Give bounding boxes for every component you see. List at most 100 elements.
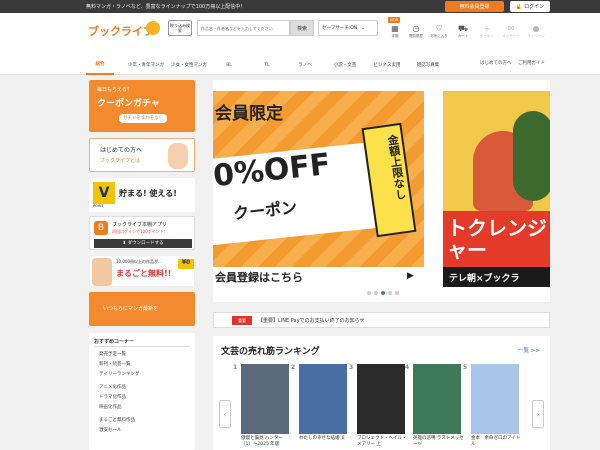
header-icon-label: カート <box>457 34 469 38</box>
recommend-item[interactable]: デイリーランキング <box>99 371 139 377</box>
nav-tab[interactable]: TL <box>254 55 280 75</box>
girl-illustration <box>92 258 112 286</box>
recommend-item[interactable]: 激安セール <box>99 427 122 433</box>
nav-tab[interactable]: ビジネス実用 <box>370 55 404 75</box>
history-icon: ◷ <box>412 24 420 33</box>
slide-title: 会員限定 <box>215 104 283 124</box>
rank-number: 2 <box>291 364 296 371</box>
safe-search-select[interactable]: セーフサーチ:ON ⌄ <box>318 20 378 36</box>
book-cover[interactable] <box>413 364 461 434</box>
guide-link[interactable]: ご利用ガイド <box>518 60 600 66</box>
safe-search-label: セーフサーチ:ON <box>322 26 358 31</box>
chevron-left-icon[interactable]: ‹ <box>219 400 231 428</box>
book-cover[interactable] <box>241 364 289 434</box>
user-icon: ● <box>532 24 540 33</box>
book-title[interactable]: 傲慢と偏見 ハンター（1）〜2025 年版 <box>241 436 293 448</box>
gacha-button[interactable]: ガチャをまわそう！ <box>119 114 167 123</box>
download-icon: ⬇ <box>122 241 127 246</box>
gacha-title: クーポンガチャ <box>97 99 160 109</box>
nav-tab[interactable]: 雑誌写真集 <box>412 55 444 75</box>
nav-tab[interactable]: 小説・文芸 <box>330 55 360 75</box>
rank-number: 4 <box>405 364 410 371</box>
carousel-dot[interactable] <box>374 291 378 295</box>
nav-tab[interactable]: 総合 <box>86 55 114 75</box>
recommend-item[interactable]: ドラマ化作品 <box>99 394 126 400</box>
promo-text: 無料マンガ・ラノベなど、豊富なラインナップで100万冊以上配信中！ <box>86 4 246 10</box>
app-banner[interactable]: B ブックライブ本棚アプリ 初回ログインで100ポイント! ⬇ ダウンロードする <box>89 216 195 250</box>
new-badge: NEW <box>388 17 400 23</box>
login-button[interactable]: 🔒 ログイン <box>510 1 550 12</box>
coupon-icon: + <box>483 24 491 33</box>
hero-carousel: 会員限定 0%OFF クーポン 金額上限なし 会員登録はこちら ▶ トクレンジャ… <box>213 80 550 302</box>
register-button[interactable]: 無料会員登録 <box>445 1 504 12</box>
carousel-slide-tokuranger[interactable]: トクレンジャー テレ朝×ブックラ <box>443 91 550 287</box>
book-cover[interactable] <box>471 364 519 434</box>
app-logo-icon: B <box>94 221 108 235</box>
recommend-item[interactable]: 発売予定一覧 <box>99 351 126 357</box>
header-icon-label: 本棚 <box>391 34 399 38</box>
tpoint-text: 貯まる! 使える! <box>119 189 177 198</box>
recommend-item[interactable]: アニメ化作品 <box>99 384 126 390</box>
notice-text[interactable]: 【重要】LINE Payでのお支払い終了のお知らせ <box>258 317 364 324</box>
search-input[interactable] <box>197 20 290 36</box>
chevron-right-icon[interactable]: › <box>532 400 544 428</box>
app-sub: 初回ログインで100ポイント! <box>112 229 166 234</box>
header-icon-label: お気に入り <box>430 34 448 38</box>
app-title: ブックライブ本棚アプリ <box>112 222 168 228</box>
slide2-title: トクレンジャー <box>447 216 547 262</box>
header-icon-label: マイページ <box>527 34 545 38</box>
header-icon-button[interactable]: ⛟ カート <box>452 24 474 46</box>
header-icon-button[interactable]: ● マイページ <box>525 24 547 46</box>
header-icon-button[interactable]: ♡ お気に入り <box>428 24 450 46</box>
book-cover[interactable] <box>357 364 405 434</box>
vpoint-logo-sub: POINT <box>93 204 104 208</box>
ranking-title: 文芸の売れ筋ランキング <box>221 347 320 357</box>
free-banner[interactable]: 10,000冊以上の作品が… まるごと無料!! ¥0 <box>89 255 195 287</box>
tpoint-banner[interactable]: V POINT 貯まる! 使える! <box>89 178 195 212</box>
coupon-gacha-banner[interactable]: 毎日もらえる！ クーポンガチャ ガチャをまわそう！ <box>89 80 195 132</box>
recommend-item[interactable]: 新刊・続巻一覧 <box>99 361 131 367</box>
first-time-title: はじめての方へ <box>100 147 143 154</box>
nav-tab[interactable]: 少女・女性マンガ <box>170 55 208 75</box>
recommend-item[interactable]: 映画化作品 <box>99 404 122 410</box>
rank-number: 1 <box>233 364 238 371</box>
bookshelf-icon: ▦ <box>391 24 399 33</box>
carousel-dot[interactable] <box>388 291 392 295</box>
recommend-divider <box>94 346 190 347</box>
nav-tab[interactable]: ラノベ <box>292 55 318 75</box>
first-time-banner[interactable]: はじめての方へ ブックライブとは <box>89 138 195 172</box>
nav-tab[interactable]: BL <box>216 55 242 75</box>
hero-illustration <box>513 111 550 201</box>
header-icon-button[interactable]: ▦ 本棚 <box>384 24 406 46</box>
recommend-item[interactable]: まるごと無料作品 <box>99 417 135 423</box>
app-download-button[interactable]: ⬇ ダウンロードする <box>94 239 192 248</box>
slide-footer-text: 会員登録はこちら <box>215 271 303 284</box>
carousel-dot[interactable] <box>395 291 399 295</box>
ranking-more-link[interactable]: 一覧 >> <box>518 346 540 354</box>
book-cover[interactable] <box>299 364 347 434</box>
header-icon-button[interactable]: + クーポン <box>476 24 498 46</box>
gacha-top-text: 毎日もらえる！ <box>97 87 132 93</box>
rank-number: 5 <box>463 364 468 371</box>
notice-bar[interactable]: 重要 【重要】LINE Payでのお支払い終了のお知らせ <box>213 312 550 328</box>
book-title[interactable]: 金本 余命ゼロのアイドル <box>471 436 523 448</box>
detail-search-button[interactable]: 絞り込み検索 <box>168 20 192 36</box>
book-title[interactable]: わたしの幸せな結婚 ８ <box>299 436 351 442</box>
search-button[interactable]: 検索 <box>290 20 314 36</box>
carousel-dot[interactable] <box>381 291 385 295</box>
header-icon-button[interactable]: ◷ 閲覧履歴 <box>405 24 427 46</box>
message-icon: ✉ <box>507 24 515 33</box>
book-title[interactable]: 英雄の悲鳴 ラストメッセージ <box>413 436 465 448</box>
carousel-slide-coupon[interactable]: 会員限定 0%OFF クーポン 金額上限なし 会員登録はこちら ▶ <box>213 91 424 287</box>
header-icon-button[interactable]: ✉ メッセージ <box>500 24 522 46</box>
nav-tab[interactable]: 少年・青年マンガ <box>128 55 164 75</box>
latest-manga-banner[interactable]: いつもらにマンガ最新を <box>89 292 195 326</box>
site-logo[interactable]: ブックライブ <box>88 23 154 39</box>
carousel-dot[interactable] <box>367 291 371 295</box>
book-title[interactable]: プロジェクト・ヘイル・メアリー 上 <box>357 436 409 448</box>
header-icon-label: メッセージ <box>502 34 520 38</box>
lock-icon: 🔒 <box>515 3 523 10</box>
free-title: まるごと無料!! <box>116 269 172 278</box>
cart-icon: ⛟ <box>457 24 469 33</box>
sidebar: 毎日もらえる！ クーポンガチャ ガチャをまわそう！ はじめての方へ ブックライブ… <box>89 80 195 450</box>
